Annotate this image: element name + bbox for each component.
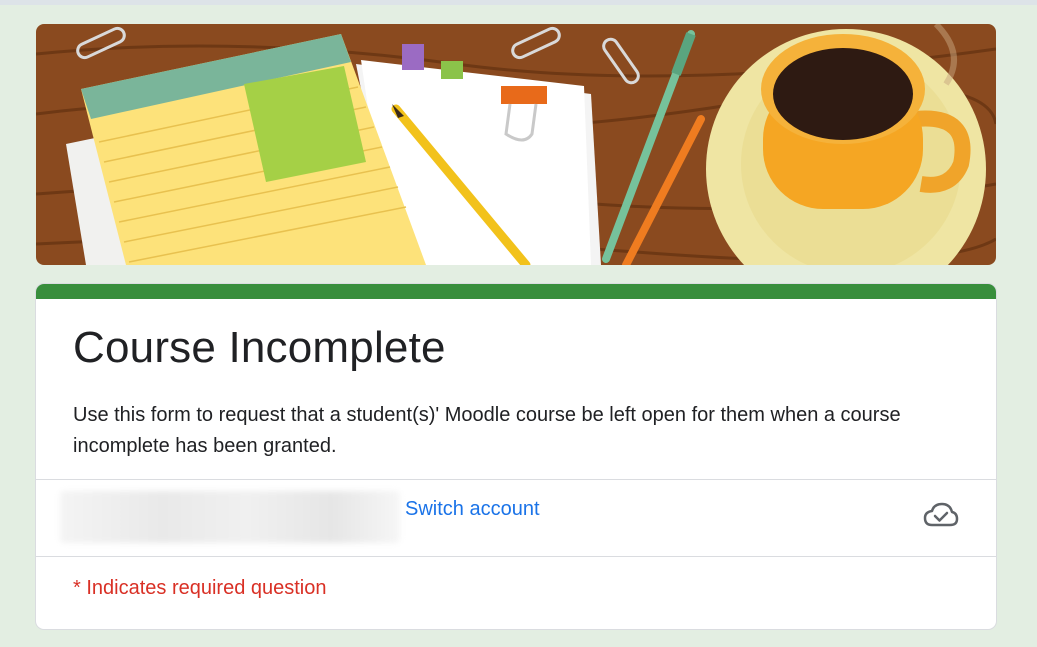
header-banner-image xyxy=(36,24,996,265)
form-header-card: Course Incomplete Use this form to reque… xyxy=(36,284,996,629)
divider xyxy=(36,479,996,480)
form-description: Use this form to request that a student(… xyxy=(73,404,901,457)
card-accent-bar xyxy=(36,284,996,299)
account-email-redacted xyxy=(60,491,400,543)
browser-top-edge xyxy=(0,0,1037,5)
cloud-check-icon xyxy=(923,501,959,529)
divider xyxy=(36,556,996,557)
form-title: Course Incomplete xyxy=(73,323,446,372)
required-question-note: * Indicates required question xyxy=(73,577,327,599)
switch-account-link[interactable]: Switch account xyxy=(405,498,540,521)
